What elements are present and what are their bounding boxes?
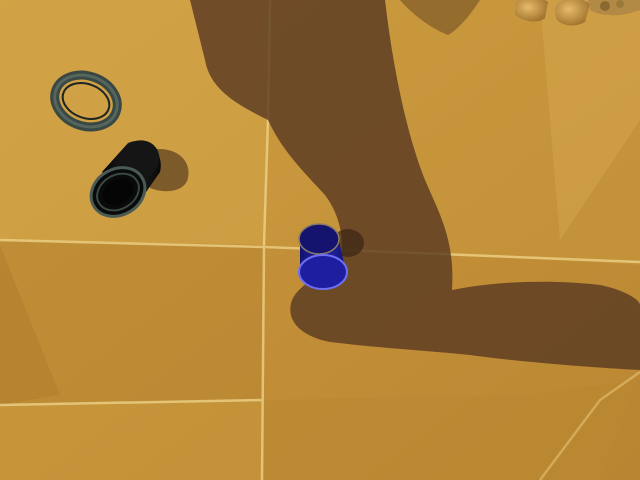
scene-canvas <box>0 0 640 480</box>
scene-viewport <box>0 0 640 480</box>
